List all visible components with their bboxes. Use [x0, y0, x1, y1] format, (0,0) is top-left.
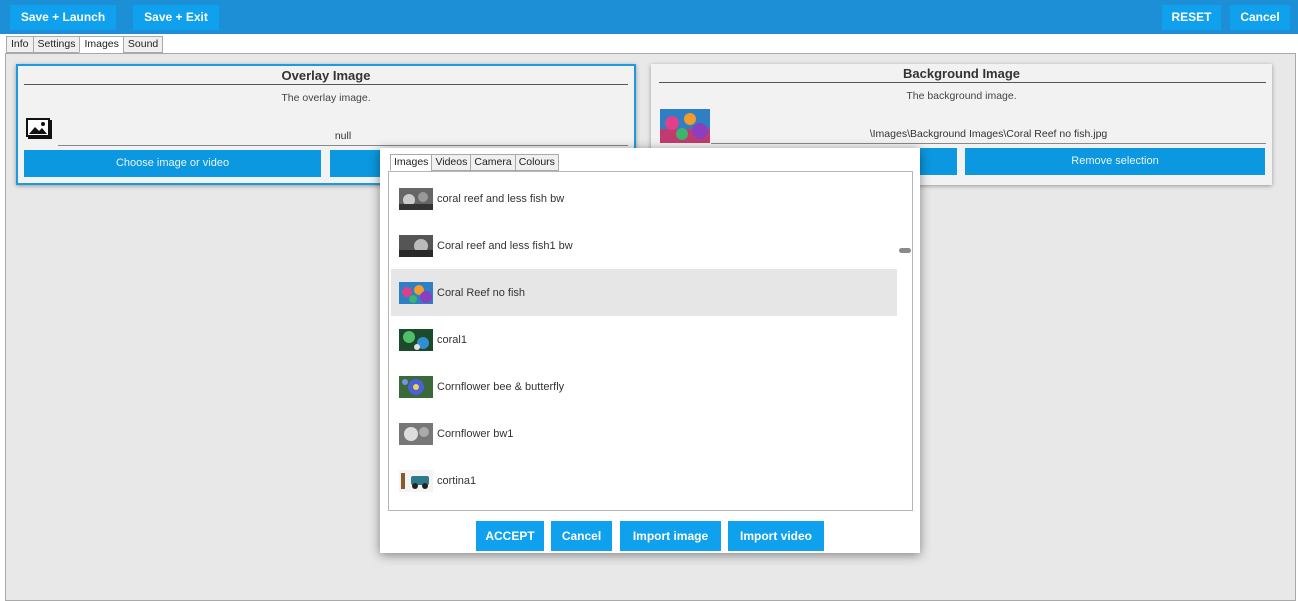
item-label: Coral Reef no fish: [437, 286, 526, 299]
picker-cancel-button[interactable]: Cancel: [551, 521, 612, 551]
import-image-button[interactable]: Import image: [620, 521, 721, 551]
cancel-button[interactable]: Cancel: [1230, 5, 1290, 30]
list-item[interactable]: Cornflower bee & butterfly: [391, 363, 897, 410]
tab-images[interactable]: Images: [79, 36, 123, 53]
picker-tab-videos[interactable]: Videos: [431, 154, 471, 171]
overlay-title: Overlay Image: [281, 68, 371, 83]
overlay-path: null: [334, 130, 352, 142]
item-thumbnail: [399, 234, 433, 257]
item-thumbnail: [399, 281, 433, 304]
background-description: The background image.: [906, 90, 1017, 102]
choose-image-button[interactable]: Choose image or video: [24, 150, 321, 177]
item-label: Cornflower bw1: [437, 427, 514, 440]
background-title-rule: [659, 82, 1266, 83]
background-title: Background Image: [902, 66, 1021, 81]
media-picker-dialog: Images Videos Camera Colours coral reef …: [380, 148, 920, 553]
list-item[interactable]: Coral Reef no fish: [391, 269, 897, 316]
remove-selection-button[interactable]: Remove selection: [965, 148, 1265, 175]
import-video-button[interactable]: Import video: [728, 521, 824, 551]
picker-tabs: Images Videos Camera Colours: [390, 154, 559, 171]
save-exit-button[interactable]: Save + Exit: [133, 5, 219, 30]
overlay-title-rule: [24, 84, 628, 85]
image-list[interactable]: coral reef and less fish bw Coral reef a…: [388, 171, 913, 511]
picker-tab-camera[interactable]: Camera: [470, 154, 515, 171]
accept-button[interactable]: ACCEPT: [476, 521, 544, 551]
save-launch-button[interactable]: Save + Launch: [10, 5, 116, 30]
overlay-description: The overlay image.: [281, 92, 371, 104]
top-toolbar: Save + Launch Save + Exit RESET Cancel: [0, 0, 1298, 34]
reset-button[interactable]: RESET: [1162, 5, 1221, 30]
item-thumbnail: [399, 422, 433, 445]
tab-info[interactable]: Info: [6, 36, 33, 53]
tab-settings[interactable]: Settings: [32, 36, 80, 53]
list-item[interactable]: coral reef and less fish bw: [391, 175, 897, 222]
item-thumbnail: [399, 375, 433, 398]
main-tabs: Info Settings Images Sound: [6, 36, 164, 53]
item-label: cortina1: [437, 474, 477, 487]
item-thumbnail: [399, 328, 433, 351]
item-label: Coral reef and less fish1 bw: [437, 239, 573, 252]
background-thumbnail: [660, 109, 710, 143]
tab-sound[interactable]: Sound: [122, 36, 164, 53]
list-item[interactable]: coral1: [391, 316, 897, 363]
overlay-path-rule: [58, 145, 628, 146]
list-item[interactable]: cortina1: [391, 457, 897, 504]
picker-tab-colours[interactable]: Colours: [514, 154, 559, 171]
list-scrollbar-thumb[interactable]: [899, 248, 911, 253]
item-label: coral reef and less fish bw: [437, 192, 565, 205]
picker-tab-images[interactable]: Images: [390, 154, 432, 171]
item-label: Cornflower bee & butterfly: [437, 380, 565, 393]
background-path-rule: [711, 143, 1266, 144]
item-label: coral1: [437, 333, 467, 346]
list-item[interactable]: Cornflower bw1: [391, 410, 897, 457]
item-thumbnail: [399, 187, 433, 210]
item-thumbnail: [399, 469, 433, 492]
background-path: \Images\Background Images\Coral Reef no …: [869, 128, 1108, 140]
list-item[interactable]: Coral reef and less fish1 bw: [391, 222, 897, 269]
image-placeholder-icon: [26, 117, 54, 141]
